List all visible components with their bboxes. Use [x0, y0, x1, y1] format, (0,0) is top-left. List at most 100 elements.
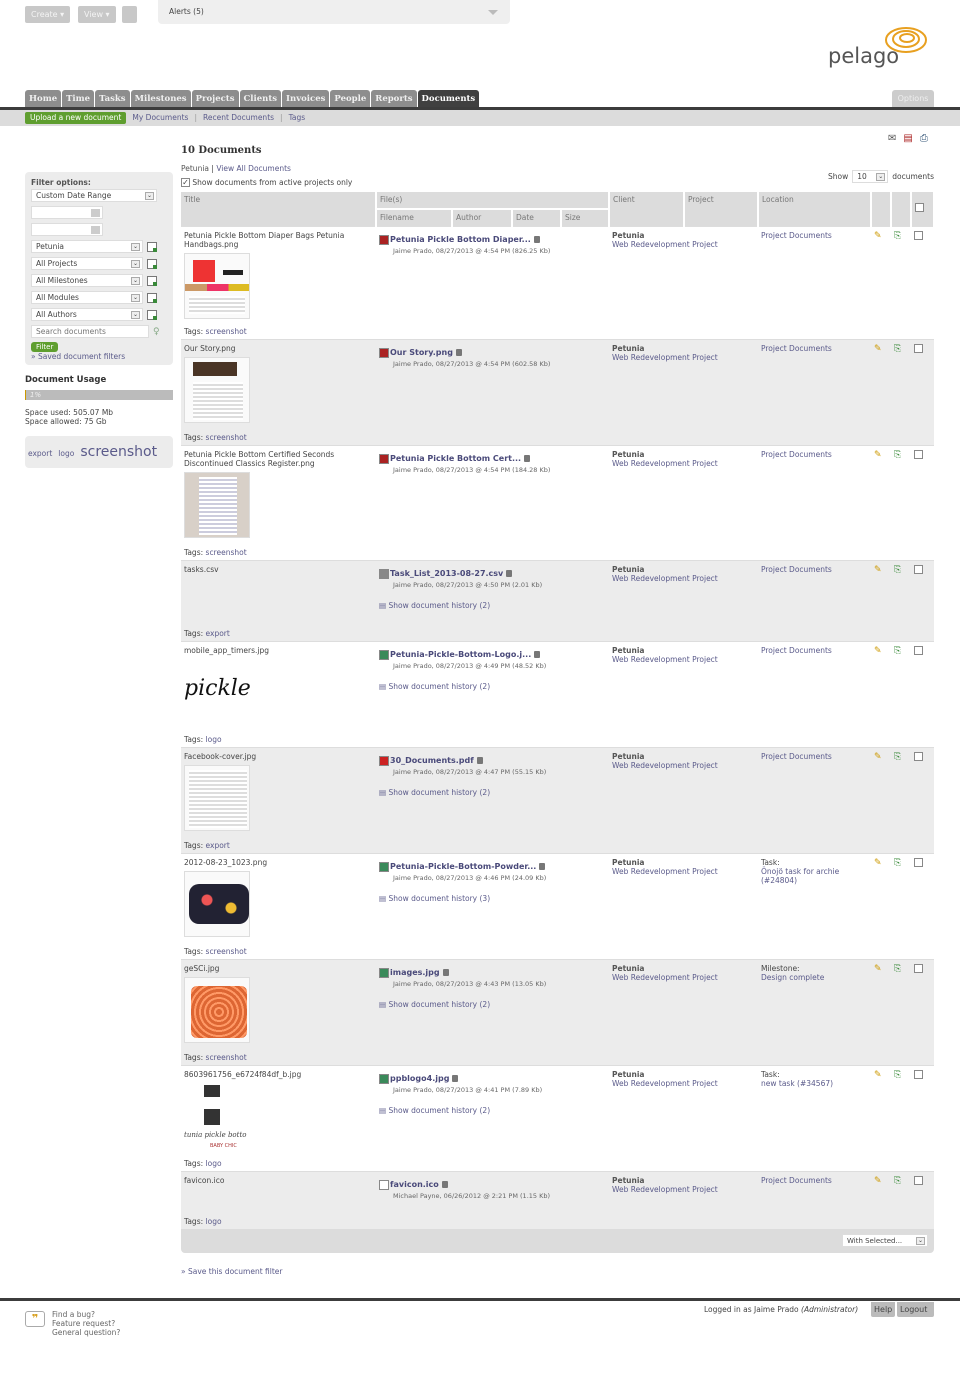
show-history-link[interactable]: ▤ Show document history (2): [379, 601, 606, 610]
start-date-input[interactable]: [31, 206, 103, 219]
trash-icon[interactable]: [476, 757, 483, 764]
search-documents-input[interactable]: [31, 325, 149, 338]
recent-documents-link[interactable]: Recent Documents: [203, 110, 274, 126]
document-title[interactable]: favicon.ico: [184, 1176, 373, 1185]
tab-people[interactable]: People: [330, 90, 371, 108]
project-link[interactable]: Web Redevelopment Project: [612, 353, 718, 362]
filter-button[interactable]: Filter: [31, 342, 59, 352]
tag-link[interactable]: export: [206, 841, 230, 850]
client-name[interactable]: Petunia: [612, 344, 755, 353]
project-select[interactable]: All Projects ⌄: [31, 257, 143, 270]
module-select[interactable]: All Modules ⌄: [31, 291, 143, 304]
document-title[interactable]: Our Story.png: [184, 344, 373, 353]
col-size[interactable]: Size: [561, 207, 610, 226]
select-all-checkbox[interactable]: [915, 203, 924, 213]
configure-icon[interactable]: [147, 275, 157, 286]
trash-icon[interactable]: [533, 236, 540, 243]
milestone-select[interactable]: All Milestones ⌄: [31, 274, 143, 287]
project-link[interactable]: Web Redevelopment Project: [612, 240, 718, 249]
document-thumbnail[interactable]: [184, 252, 250, 319]
edit-pencil-icon[interactable]: ✎: [874, 858, 882, 868]
client-name[interactable]: Petunia: [612, 1070, 755, 1079]
feature-request-link[interactable]: Feature request?: [52, 1319, 115, 1328]
location-link[interactable]: Project Documents: [761, 1176, 832, 1185]
show-history-link[interactable]: ▤ Show document history (3): [379, 894, 606, 903]
client-name[interactable]: Petunia: [612, 450, 755, 459]
active-only-checkbox[interactable]: ✓: [181, 178, 190, 187]
project-link[interactable]: Web Redevelopment Project: [612, 459, 718, 468]
location-link[interactable]: Project Documents: [761, 450, 832, 459]
document-title[interactable]: Petunia Pickle Bottom Diaper Bags Petuni…: [184, 231, 373, 249]
client-name[interactable]: Petunia: [612, 231, 755, 240]
col-client[interactable]: Client: [609, 192, 685, 226]
file-link[interactable]: favicon.ico: [390, 1180, 439, 1189]
saved-filters-link[interactable]: » Saved document filters: [31, 352, 125, 361]
copy-document-icon[interactable]: ⎘: [894, 1176, 901, 1186]
tag-screenshot[interactable]: screenshot: [80, 444, 157, 460]
edit-pencil-icon[interactable]: ✎: [874, 646, 882, 656]
email-icon[interactable]: ✉: [888, 133, 896, 144]
file-link[interactable]: Petunia Pickle Bottom Cert...: [390, 454, 521, 463]
location-link[interactable]: Design complete: [761, 973, 824, 982]
tab-reports[interactable]: Reports: [371, 90, 417, 108]
help-button[interactable]: Help: [871, 1302, 896, 1317]
client-name[interactable]: Petunia: [612, 1176, 755, 1185]
copy-document-icon[interactable]: ⎘: [894, 1070, 901, 1080]
document-title[interactable]: 8603961756_e6724f84df_b.jpg: [184, 1070, 373, 1079]
notes-icon[interactable]: [122, 6, 137, 23]
document-title[interactable]: geSCi.jpg: [184, 964, 373, 973]
col-location[interactable]: Location: [758, 192, 872, 226]
document-thumbnail[interactable]: [184, 471, 250, 538]
project-link[interactable]: Web Redevelopment Project: [612, 867, 718, 876]
configure-icon[interactable]: [147, 258, 157, 269]
configure-icon[interactable]: [147, 309, 157, 320]
feedback-icon[interactable]: ❞: [25, 1311, 45, 1327]
tag-link[interactable]: logo: [206, 1159, 222, 1168]
project-link[interactable]: Web Redevelopment Project: [612, 973, 718, 982]
client-name[interactable]: Petunia: [612, 858, 755, 867]
row-checkbox[interactable]: [914, 1175, 923, 1185]
copy-document-icon[interactable]: ⎘: [894, 344, 901, 354]
copy-document-icon[interactable]: ⎘: [894, 565, 901, 575]
tab-documents[interactable]: Documents: [417, 90, 480, 108]
calendar-icon[interactable]: [91, 226, 100, 234]
configure-icon[interactable]: [147, 241, 157, 252]
row-checkbox[interactable]: [914, 857, 923, 867]
project-link[interactable]: Web Redevelopment Project: [612, 655, 718, 664]
file-link[interactable]: 30_Documents.pdf: [390, 756, 474, 765]
general-question-link[interactable]: General question?: [52, 1328, 120, 1337]
file-link[interactable]: images.jpg: [390, 968, 440, 977]
tab-milestones[interactable]: Milestones: [130, 90, 191, 108]
trash-icon[interactable]: [441, 1181, 448, 1188]
document-title[interactable]: Petunia Pickle Bottom Certified Seconds …: [184, 450, 373, 468]
project-link[interactable]: Web Redevelopment Project: [612, 1079, 718, 1088]
view-button[interactable]: View ▾: [78, 6, 116, 23]
client-name[interactable]: Petunia: [612, 565, 755, 574]
edit-pencil-icon[interactable]: ✎: [874, 1070, 882, 1080]
upload-document-button[interactable]: Upload a new document: [25, 112, 127, 124]
tag-link[interactable]: export: [206, 629, 230, 638]
row-checkbox[interactable]: [914, 645, 923, 655]
options-button[interactable]: Options: [892, 90, 934, 108]
project-link[interactable]: Web Redevelopment Project: [612, 574, 718, 583]
with-selected-select[interactable]: With Selected... ⌄: [842, 1234, 928, 1247]
client-select[interactable]: Petunia ⌄: [31, 240, 143, 253]
file-link[interactable]: Petunia Pickle Bottom Diaper...: [390, 235, 531, 244]
show-history-link[interactable]: ▤ Show document history (2): [379, 1106, 606, 1115]
copy-document-icon[interactable]: ⎘: [894, 450, 901, 460]
location-link[interactable]: Project Documents: [761, 344, 832, 353]
tag-logo[interactable]: logo: [58, 449, 74, 458]
project-link[interactable]: Web Redevelopment Project: [612, 761, 718, 770]
location-link[interactable]: Önojö task for archie (#24804): [761, 867, 839, 885]
author-select[interactable]: All Authors ⌄: [31, 308, 143, 321]
col-project[interactable]: Project: [684, 192, 759, 226]
edit-pencil-icon[interactable]: ✎: [874, 344, 882, 354]
client-name[interactable]: Petunia: [612, 752, 755, 761]
trash-icon[interactable]: [442, 969, 449, 976]
show-history-link[interactable]: ▤ Show document history (2): [379, 1000, 606, 1009]
tag-link[interactable]: screenshot: [206, 1053, 247, 1062]
col-title[interactable]: Title: [181, 192, 377, 226]
document-thumbnail[interactable]: pickle: [184, 659, 250, 725]
trash-icon[interactable]: [455, 349, 462, 356]
tag-link[interactable]: screenshot: [206, 548, 247, 557]
